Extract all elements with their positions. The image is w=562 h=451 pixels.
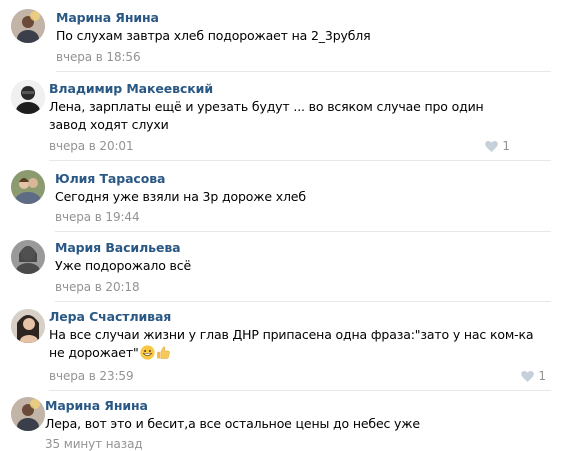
divider: [55, 301, 551, 302]
comment-text: По слухам завтра хлеб подорожает на 2_3р…: [56, 28, 371, 43]
like-count: 1: [502, 139, 510, 153]
comment-time[interactable]: вчера в 23:59: [49, 369, 134, 383]
avatar[interactable]: [11, 9, 45, 43]
divider: [55, 231, 551, 232]
avatar[interactable]: [11, 397, 45, 431]
comment-text: Сегодня уже взяли на 3р дороже хлеб: [55, 189, 306, 204]
avatar[interactable]: [11, 240, 45, 274]
divider: [49, 390, 551, 391]
thumbs-up-icon: [156, 346, 170, 359]
comment-author[interactable]: Мария Васильева: [55, 240, 181, 255]
avatar[interactable]: [11, 170, 45, 204]
heart-icon: [521, 370, 535, 382]
comment-time[interactable]: вчера в 18:56: [56, 50, 141, 64]
divider: [49, 160, 551, 161]
avatar[interactable]: [11, 309, 45, 343]
grinning-face-icon: [139, 345, 155, 360]
comment-text: На все случаи жизни у глав ДНР припасена…: [49, 326, 544, 362]
comment-text: Лера, вот это и бесит,а все остальное це…: [45, 416, 420, 431]
heart-icon: [485, 140, 499, 152]
comment-author[interactable]: Марина Янина: [45, 398, 148, 413]
comment-author[interactable]: Марина Янина: [56, 10, 159, 25]
comment-time[interactable]: вчера в 20:01: [49, 139, 134, 153]
comment-text-body: На все случаи жизни у глав ДНР припасена…: [49, 327, 534, 360]
avatar[interactable]: [11, 80, 45, 114]
divider: [56, 71, 551, 72]
comment-time[interactable]: 35 минут назад: [45, 437, 143, 451]
like-count: 1: [538, 369, 546, 383]
comment-time[interactable]: вчера в 20:18: [55, 280, 140, 294]
comment-time[interactable]: вчера в 19:44: [55, 210, 140, 224]
comment-text: Лена, зарплаты ещё и урезать будут ... в…: [49, 99, 484, 132]
like-button[interactable]: 1: [485, 139, 510, 153]
comment-author[interactable]: Владимир Макеевский: [49, 81, 213, 96]
comment-author[interactable]: Юлия Тарасова: [55, 171, 165, 186]
comment-author[interactable]: Лера Счастливая: [49, 309, 171, 324]
comment-text: Уже подорожало всё: [55, 258, 191, 273]
like-button[interactable]: 1: [521, 369, 546, 383]
